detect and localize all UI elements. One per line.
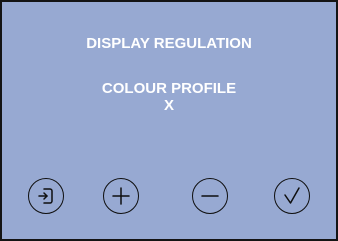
confirm-button[interactable]: [274, 178, 310, 214]
minus-icon: [199, 185, 221, 207]
menu-title: DISPLAY REGULATION: [86, 35, 252, 52]
check-icon: [281, 185, 303, 207]
setting-label: COLOUR PROFILE: [101, 80, 237, 97]
setting-value: X: [163, 97, 174, 114]
decrease-button[interactable]: [192, 178, 228, 214]
osd-screen: DISPLAY REGULATION COLOUR PROFILE X: [0, 0, 338, 241]
exit-icon: [35, 185, 57, 207]
exit-button[interactable]: [28, 178, 64, 214]
plus-icon: [110, 185, 132, 207]
increase-button[interactable]: [103, 178, 139, 214]
